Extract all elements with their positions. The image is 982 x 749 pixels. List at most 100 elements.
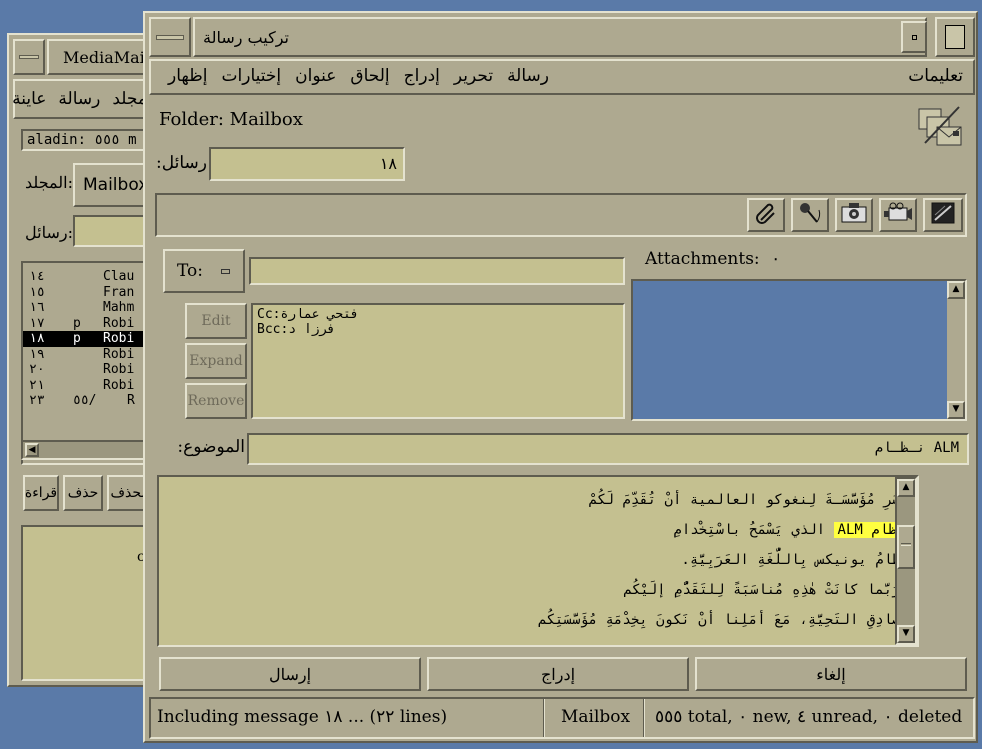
message-number: ٢٠ xyxy=(29,362,45,377)
window-menu-button[interactable] xyxy=(13,39,45,75)
cc-recipient[interactable]: Cc:فتحي عمارة xyxy=(257,307,619,322)
list-item[interactable]: ١٦ Mahm xyxy=(23,300,159,316)
message-number: ١٩ xyxy=(29,346,45,362)
folder-label: المجلد: xyxy=(25,173,73,192)
list-item[interactable]: ١٩ Robi xyxy=(23,347,159,363)
subject-field[interactable]: نـظـام ALM xyxy=(247,433,969,465)
account-field: aladin: ٥٥٥ m xyxy=(21,129,161,151)
expand-label: Expand xyxy=(189,353,243,369)
message-number: ٢١ xyxy=(29,377,45,393)
attach-video-button[interactable] xyxy=(879,198,917,232)
status-counts: ٥٥٥ total, ٠ new, ٤ unread, ٠ deleted xyxy=(655,707,963,727)
body-line-text: الذي يَسْمَحُ باسْتِخْدامِ xyxy=(673,522,826,538)
menu-message[interactable]: رسالة xyxy=(507,66,549,86)
attachments-list[interactable]: ▲ ▼ xyxy=(631,279,967,421)
message-number: ١٦ xyxy=(29,300,45,315)
list-item[interactable]: ٢٣ ٥٥/R xyxy=(23,393,159,409)
bcc-recipient[interactable]: Bcc:فرزا د xyxy=(257,322,619,337)
to-button[interactable]: To: xyxy=(163,249,245,293)
to-label: To: xyxy=(177,261,203,281)
minimize-icon xyxy=(911,34,917,40)
message-sender: Fran xyxy=(103,284,135,300)
scroll-left-arrow-icon[interactable]: ◀ xyxy=(25,443,39,457)
message-preview: c xyxy=(21,525,161,681)
scroll-up-arrow-icon[interactable]: ▲ xyxy=(897,479,915,497)
send-button[interactable]: إرسال xyxy=(159,657,421,691)
list-item[interactable]: ٢١ Robi xyxy=(23,378,159,394)
minimize-button[interactable] xyxy=(901,21,927,53)
menu-message[interactable]: رسالة xyxy=(58,89,100,109)
window-menu-button[interactable] xyxy=(149,17,191,57)
send-label: إرسال xyxy=(268,664,312,684)
menu-insert[interactable]: إدراج xyxy=(404,66,440,86)
list-item[interactable]: ٢٠ Robi xyxy=(23,362,159,378)
list-item[interactable]: ١٤ Clau xyxy=(23,269,159,285)
window-title: تركيب رسالة xyxy=(203,27,289,47)
attach-drawing-button[interactable] xyxy=(923,198,963,232)
menubar: رسالة تحرير إدراج إلحاق عنوان إختيارات إ… xyxy=(149,59,975,95)
message-number: ١٨ xyxy=(29,331,45,346)
edit-button[interactable]: Edit xyxy=(185,303,247,339)
status-bar: Including message ١٨ ... (٢٢ lines) Mail… xyxy=(149,697,975,739)
message-flag: p xyxy=(73,315,81,331)
folder-value: Mailbox xyxy=(83,175,149,195)
list-item[interactable]: ١٨ p Robi xyxy=(23,331,159,347)
list-item[interactable]: ١٧ p Robi xyxy=(23,316,159,332)
camera-icon xyxy=(840,201,868,229)
menu-view[interactable]: إظهار xyxy=(168,66,207,86)
message-body[interactable]: بِسُرِ مُؤَسَّسَـةَ لِنغوكو العالمية أنْ… xyxy=(157,475,919,647)
compose-titlebar[interactable]: تركيب رسالة xyxy=(193,17,927,57)
menu-options[interactable]: إختيارات xyxy=(222,66,282,86)
body-line: بِصادِقِ التَحِيَّةِ، مَعَ أمَلِنا أنْ ن… xyxy=(538,612,909,628)
microphone-icon xyxy=(797,200,823,230)
message-number: ١٥ xyxy=(29,284,45,300)
account-text: aladin: ٥٥٥ m xyxy=(27,132,137,148)
read-button[interactable]: قراءة xyxy=(23,475,59,511)
to-field[interactable] xyxy=(249,257,625,285)
paperclip-icon xyxy=(753,200,779,230)
message-number: ١٧ xyxy=(29,315,45,331)
message-sender: Robi xyxy=(103,346,135,362)
scroll-up-arrow-icon[interactable]: ▲ xyxy=(947,281,965,299)
horizontal-scrollbar[interactable]: ◀ xyxy=(21,440,161,460)
message-number: ٢٣ xyxy=(29,393,45,408)
attach-image-button[interactable] xyxy=(835,198,873,232)
body-line: وَرُبَّما كانَتْ هٰذِهِ مُناسَبَةً لِلتَ… xyxy=(623,582,909,598)
window-title: MediaMail xyxy=(63,47,150,67)
maximize-icon xyxy=(945,25,965,49)
message-sender: Robi xyxy=(103,315,135,331)
message-flag: ٥٥/ xyxy=(73,393,97,408)
edit-label: Edit xyxy=(201,313,231,329)
messages-count-field[interactable]: ١٨ xyxy=(209,147,405,181)
mediamail-window: MediaMail مجلد رسالة عاينة aladin: ٥٥٥ m… xyxy=(7,33,163,687)
expand-button[interactable]: Expand xyxy=(185,343,247,379)
scroll-thumb[interactable] xyxy=(897,525,915,569)
mediamail-titlebar[interactable]: MediaMail xyxy=(47,39,157,75)
recipients-list[interactable]: Cc:فتحي عمارة Bcc:فرزا د xyxy=(251,303,625,419)
body-scrollbar[interactable]: ▲ ▼ xyxy=(895,477,917,645)
menu-help[interactable]: تعليمات xyxy=(908,66,963,86)
menu-folder[interactable]: مجلد xyxy=(112,89,147,109)
cancel-button[interactable]: إلغاء xyxy=(695,657,967,691)
delete-label: حذف xyxy=(67,485,99,501)
attachment-toolbar xyxy=(155,193,967,237)
maximize-button[interactable] xyxy=(935,17,975,57)
attachments-scrollbar[interactable]: ▲ ▼ xyxy=(947,281,965,419)
remove-button[interactable]: Remove xyxy=(185,383,247,419)
status-folder: Mailbox xyxy=(561,707,631,727)
scroll-down-arrow-icon[interactable]: ▼ xyxy=(897,625,915,643)
scroll-down-arrow-icon[interactable]: ▼ xyxy=(947,401,965,419)
list-item[interactable]: ١٥ Fran xyxy=(23,285,159,301)
menu-address[interactable]: عنوان xyxy=(295,66,336,86)
attachments-label: Attachments: ٠ xyxy=(645,249,780,269)
message-flag: p xyxy=(73,331,81,346)
menu-attach[interactable]: إلحاق xyxy=(350,66,389,86)
body-line: بِسُرِ مُؤَسَّسَـةَ لِنغوكو العالمية أنْ… xyxy=(588,492,909,508)
menubar: مجلد رسالة عاينة xyxy=(12,79,159,119)
attach-file-button[interactable] xyxy=(747,198,785,232)
menu-edit[interactable]: تحرير xyxy=(454,66,493,86)
insert-button[interactable]: إدراج xyxy=(427,657,689,691)
record-audio-button[interactable] xyxy=(791,198,829,232)
menu-view[interactable]: عاينة xyxy=(12,89,46,109)
delete-button[interactable]: حذف xyxy=(63,475,103,511)
